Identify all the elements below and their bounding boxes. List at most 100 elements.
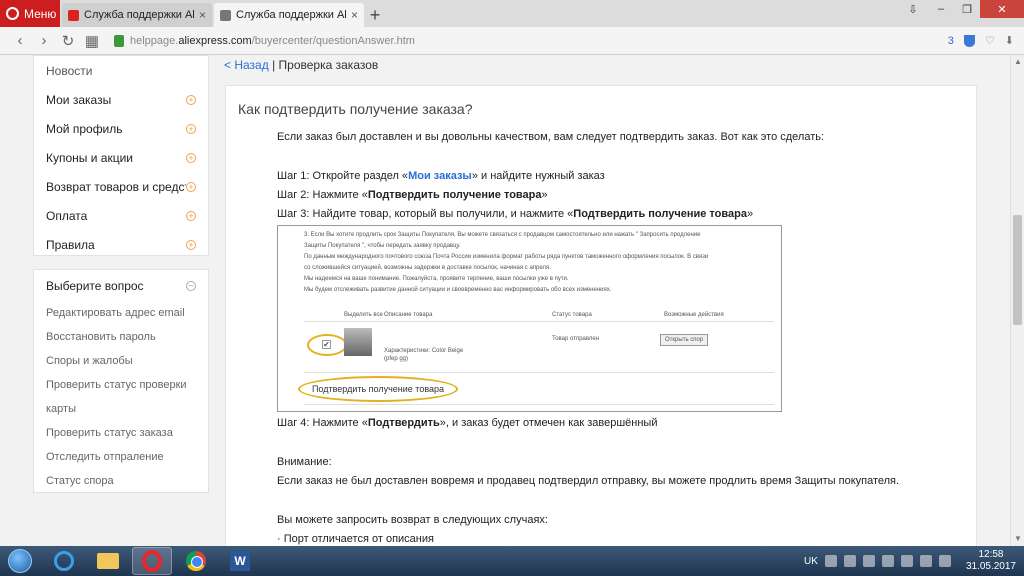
breadcrumb-separator: | [272,58,276,72]
step-4: Шаг 4: Нажмите «Подтвердить», и заказ бу… [277,417,658,429]
item-status: Товар отправлен [552,336,600,342]
question-link[interactable]: Споры и жалобы [34,349,208,373]
page-viewport: Новости Мои заказы + Мой профиль + Купоны … [0,55,1010,546]
sidebar-categories: Новости Мои заказы + Мой профиль + Купоны … [33,55,209,256]
my-orders-link[interactable]: Мои заказы [408,170,472,182]
taskbar-explorer[interactable] [88,547,128,575]
expand-plus-icon[interactable]: + [186,210,196,221]
tab-close-icon[interactable]: × [199,8,206,22]
language-indicator[interactable]: UK [804,556,818,567]
expand-plus-icon[interactable]: + [186,181,196,192]
article-panel: Как подтвердить получение заказа? Если з… [225,85,977,546]
download-arrow-icon[interactable]: ⬇ [1005,34,1014,47]
taskbar-word[interactable]: W [220,547,260,575]
volume-icon[interactable] [938,555,951,567]
step-1: Шаг 1: Откройте раздел «Мои заказы» и на… [277,170,605,182]
aliexpress-favicon-icon [68,9,79,21]
questions-header[interactable]: Выберите вопрос – [34,270,208,301]
question-link[interactable]: Отследить отпраление [34,445,208,469]
tray-app-icon[interactable] [881,555,894,567]
page-favicon-icon [220,9,231,21]
tray-app-icon[interactable] [900,555,913,567]
tray-app-icon[interactable] [843,555,856,567]
tray-app-icon[interactable] [862,555,875,567]
product-thumbnail [344,328,372,356]
windows-taskbar: W UK 12:58 31.05.2017 [0,546,1024,576]
tab-support-2[interactable]: Служба поддержки AliExp × [214,3,364,27]
scroll-up-icon[interactable]: ▲ [1011,55,1024,69]
bookmark-heart-icon[interactable]: ♡ [985,34,995,47]
sidebar-item-news[interactable]: Новости [34,56,208,85]
minimize-icon[interactable]: – [928,0,954,18]
question-link[interactable]: Восстановить пароль [34,325,208,349]
system-tray: UK 12:58 31.05.2017 [804,549,1024,573]
taskbar-chrome[interactable] [176,547,216,575]
downloads-icon[interactable]: ⇩ [898,0,928,18]
back-arrow-icon[interactable]: ‹ [8,32,32,49]
start-button[interactable] [0,546,40,576]
refund-title: Вы можете запросить возврат в следующих … [277,514,548,526]
tab-support-1[interactable]: Служба поддержки AliExp × [62,3,212,27]
item-desc: Характеристики: Color Beige [384,348,464,354]
question-link[interactable]: Проверить статус проверки [34,373,208,397]
scroll-down-icon[interactable]: ▼ [1011,532,1024,546]
sidebar-questions: Выберите вопрос – Редактировать адрес ema… [33,269,209,493]
sidebar-item-coupons[interactable]: Купоны и акции + [34,143,208,172]
sidebar-item-refunds[interactable]: Возврат товаров и средств + [34,172,208,201]
breadcrumb-current: Проверка заказов [278,58,379,72]
address-bar: ‹ › ↻ ▦ helppage.aliexpress.com/buyercen… [0,27,1024,55]
question-link[interactable]: Проверить статус заказа [34,421,208,445]
back-link[interactable]: < Назад [224,58,269,72]
clock[interactable]: 12:58 31.05.2017 [966,549,1016,573]
col-select: Выделить все [344,312,383,318]
expand-plus-icon[interactable]: + [186,239,196,250]
attention-title: Внимание: [277,456,332,468]
sidebar-item-rules[interactable]: Правила + [34,230,208,259]
screenshot-line: Защиты Покупателя ", чтобы передать заяв… [304,243,461,249]
screenshot-line: Мы будем отслеживать развитие данной сит… [304,287,612,293]
opera-menu-button[interactable]: Меню [0,0,60,27]
step-3: Шаг 3: Найдите товар, который вы получил… [277,208,754,220]
restore-icon[interactable]: ❐ [954,0,980,18]
tab-close-icon[interactable]: × [351,8,358,22]
sidebar-item-my-profile[interactable]: Мой профиль + [34,114,208,143]
url-field[interactable]: helppage.aliexpress.com/buyercenter/ques… [114,30,1024,52]
new-tab-button[interactable]: + [364,3,386,27]
question-link[interactable]: Статус спора [34,469,208,493]
folder-icon [97,553,119,569]
tray-app-icon[interactable] [824,555,837,567]
question-link[interactable]: карты [34,397,208,421]
adblock-shield-icon[interactable] [963,34,975,47]
reload-icon[interactable]: ↻ [56,32,80,50]
tab-title: Служба поддержки AliExp [84,9,194,21]
expand-plus-icon[interactable]: + [186,152,196,163]
scrollbar-thumb[interactable] [1013,215,1022,325]
col-status: Статус товара [552,312,592,318]
refund-item: · Порт отличается от описания [277,533,434,545]
collapse-minus-icon[interactable]: – [186,280,196,291]
close-window-icon[interactable]: ✕ [980,0,1024,18]
question-link[interactable]: Редактировать адрес email [34,301,208,325]
intro-text: Если заказ был доставлен и вы довольны к… [277,131,825,143]
taskbar-ie[interactable] [44,547,84,575]
instruction-screenshot: 3. Если Вы хотите продлить срок Защиты П… [277,225,782,412]
open-dispute-button: Открыть спор [660,334,709,346]
speed-dial-icon[interactable]: ▦ [80,32,104,50]
forward-arrow-icon[interactable]: › [32,32,56,49]
expand-plus-icon[interactable]: + [186,123,196,134]
expand-plus-icon[interactable]: + [186,94,196,105]
article-title: Как подтвердить получение заказа? [238,101,473,117]
taskbar-opera[interactable] [132,547,172,575]
attention-text: Если заказ не был доставлен вовремя и пр… [277,475,900,487]
windows-orb-icon [8,549,32,573]
sidebar-item-my-orders[interactable]: Мои заказы + [34,85,208,114]
screenshot-line: Мы надеемся на ваше понимание. Пожалуйст… [304,276,569,282]
word-icon: W [230,551,250,571]
screenshot-line: со сложившейся ситуацией, возможны задер… [304,265,551,271]
network-icon[interactable] [919,555,932,567]
vertical-scrollbar[interactable]: ▲ ▼ [1010,55,1024,546]
internet-explorer-icon [54,551,74,571]
item-code: (pfep gg) [384,356,409,362]
sidebar-item-payment[interactable]: Оплата + [34,201,208,230]
clock-date: 31.05.2017 [965,561,1016,572]
